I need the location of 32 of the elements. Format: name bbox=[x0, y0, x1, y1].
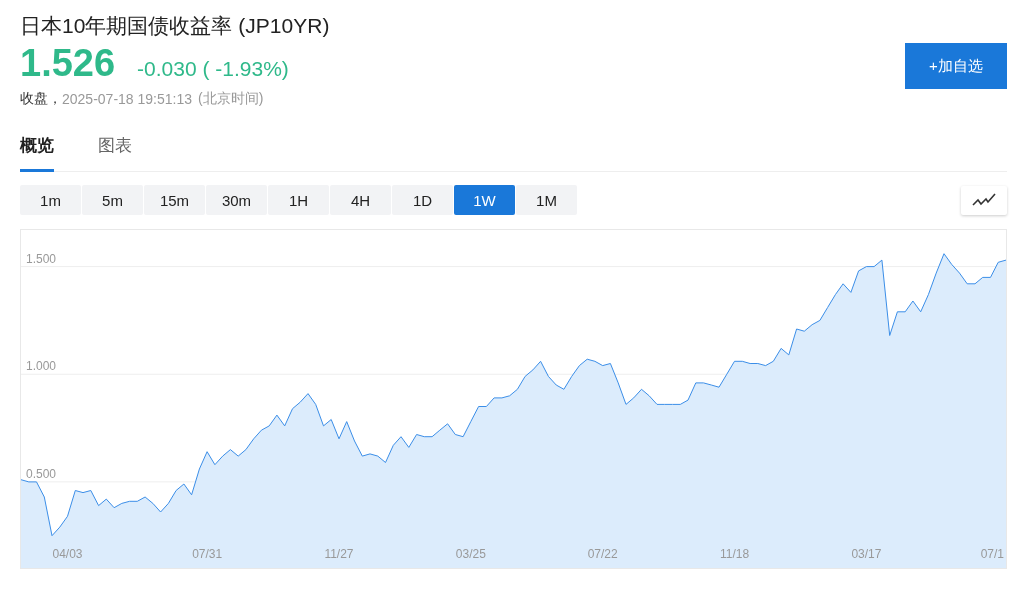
chart-type-button[interactable] bbox=[961, 185, 1007, 215]
interval-button[interactable]: 1W bbox=[454, 185, 515, 215]
x-axis-label: 07/31 bbox=[192, 547, 223, 561]
x-axis-label: 03/17 bbox=[851, 547, 882, 561]
y-axis-label: 1.500 bbox=[26, 251, 57, 266]
tab[interactable]: 概览 bbox=[20, 134, 54, 172]
bond-title: 日本10年期国债收益率 bbox=[20, 13, 233, 39]
x-axis-label: 07/1 bbox=[980, 547, 1004, 561]
timestamp: 2025-07-18 19:51:13 bbox=[62, 91, 192, 107]
interval-button[interactable]: 4H bbox=[330, 185, 391, 215]
x-axis-label: 11/27 bbox=[324, 547, 354, 561]
tab[interactable]: 图表 bbox=[98, 134, 132, 172]
interval-button[interactable]: 1m bbox=[20, 185, 81, 215]
y-axis-label: 0.500 bbox=[26, 466, 57, 481]
y-axis-label: 1.000 bbox=[26, 359, 57, 374]
interval-button[interactable]: 15m bbox=[144, 185, 205, 215]
x-axis-label: 03/25 bbox=[455, 547, 486, 561]
add-watchlist-button[interactable]: +加自选 bbox=[905, 43, 1007, 89]
market-status: 收盘， bbox=[20, 90, 62, 108]
price-change: -0.030 ( -1.93%) bbox=[137, 57, 289, 81]
interval-button[interactable]: 1H bbox=[268, 185, 329, 215]
timezone-label: (北京时间) bbox=[198, 90, 264, 108]
ticker-symbol: (JP10YR) bbox=[238, 14, 330, 38]
interval-button[interactable]: 1D bbox=[392, 185, 453, 215]
interval-button[interactable]: 30m bbox=[206, 185, 267, 215]
x-axis-label: 11/18 bbox=[719, 547, 750, 561]
price-value: 1.526 bbox=[20, 42, 116, 85]
x-axis-label: 04/03 bbox=[52, 547, 83, 561]
interval-button[interactable]: 5m bbox=[82, 185, 143, 215]
interval-button[interactable]: 1M bbox=[516, 185, 577, 215]
line-chart-icon bbox=[972, 193, 996, 207]
x-axis-label: 07/22 bbox=[587, 547, 618, 561]
